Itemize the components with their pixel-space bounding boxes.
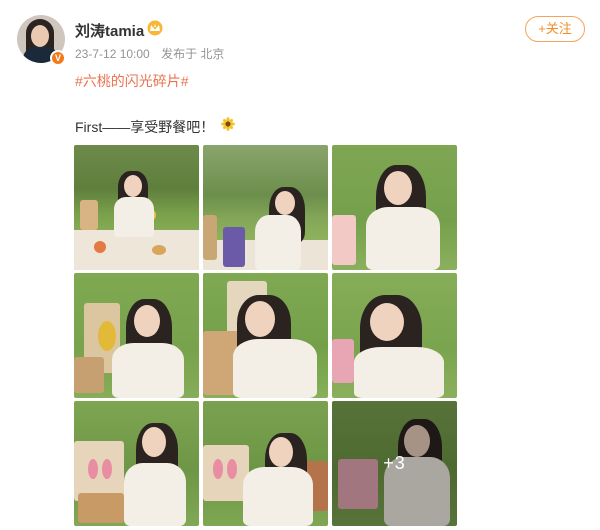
photo-grid: +3 <box>74 145 457 526</box>
post-meta: 23-7-12 10:00 发布于 北京 <box>75 45 232 62</box>
author-name[interactable]: 刘涛tamia <box>75 20 144 41</box>
photo-8[interactable] <box>203 401 328 526</box>
photo-9-more[interactable]: +3 <box>332 401 457 526</box>
photo-7[interactable] <box>74 401 199 526</box>
post-date[interactable]: 23-7-12 10:00 <box>75 47 150 61</box>
topic-link[interactable]: #六桃的闪光碎片# <box>75 71 189 91</box>
photo-3[interactable] <box>332 145 457 270</box>
photo-2[interactable] <box>203 145 328 270</box>
crown-badge-icon <box>147 20 163 36</box>
sunflower-emoji-icon <box>221 117 235 131</box>
photo-6[interactable] <box>332 273 457 398</box>
photo-4[interactable] <box>74 273 199 398</box>
follow-button[interactable]: +关注 <box>525 16 585 42</box>
photo-5[interactable] <box>203 273 328 398</box>
verified-badge-icon: V <box>50 50 66 66</box>
more-photos-count[interactable]: +3 <box>332 401 457 526</box>
post-location: 发布于 北京 <box>161 47 225 61</box>
photo-1[interactable] <box>74 145 199 270</box>
post-text: First——享受野餐吧！ <box>75 119 215 135</box>
